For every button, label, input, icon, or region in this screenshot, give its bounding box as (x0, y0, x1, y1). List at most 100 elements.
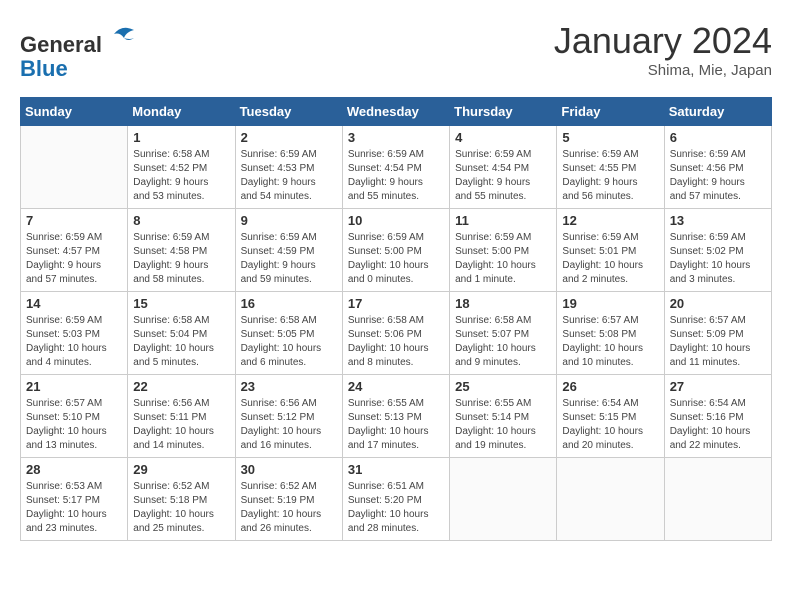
day-info: Sunrise: 6:58 AM Sunset: 5:07 PM Dayligh… (455, 314, 551, 370)
calendar-table: SundayMondayTuesdayWednesdayThursdayFrid… (20, 97, 772, 541)
day-info: Sunrise: 6:58 AM Sunset: 4:52 PM Dayligh… (133, 148, 229, 204)
day-info: Sunrise: 6:52 AM Sunset: 5:18 PM Dayligh… (133, 480, 229, 536)
location-subtitle: Shima, Mie, Japan (554, 62, 772, 79)
column-header-sunday: Sunday (21, 98, 128, 126)
logo: General Blue (20, 20, 138, 81)
day-info: Sunrise: 6:59 AM Sunset: 5:00 PM Dayligh… (348, 231, 444, 287)
day-number: 24 (348, 379, 444, 394)
calendar-cell: 3Sunrise: 6:59 AM Sunset: 4:54 PM Daylig… (342, 126, 449, 209)
logo-blue-text: Blue (20, 56, 68, 81)
day-info: Sunrise: 6:54 AM Sunset: 5:16 PM Dayligh… (670, 397, 766, 453)
calendar-cell: 12 Sunrise: 6:59 AM Sunset: 5:01 PM Dayli… (557, 209, 664, 292)
day-info: Sunrise: 6:52 AM Sunset: 5:19 PM Dayligh… (241, 480, 337, 536)
calendar-cell: 31 Sunrise: 6:51 AM Sunset: 5:20 PM Dayli… (342, 458, 449, 541)
day-info: Sunrise: 6:57 AM Sunset: 5:08 PM Dayligh… (562, 314, 658, 370)
calendar-cell: 16 Sunrise: 6:58 AM Sunset: 5:05 PM Dayli… (235, 292, 342, 375)
day-info: Sunrise: 6:59 AM Sunset: 4:55 PM Dayligh… (562, 148, 658, 204)
day-number: 22 (133, 379, 229, 394)
calendar-cell: 27Sunrise: 6:54 AM Sunset: 5:16 PM Dayli… (664, 375, 771, 458)
day-info: Sunrise: 6:59 AM Sunset: 4:56 PM Dayligh… (670, 148, 766, 204)
day-number: 30 (241, 462, 337, 477)
day-info: Sunrise: 6:59 AM Sunset: 4:54 PM Dayligh… (455, 148, 551, 204)
day-info: Sunrise: 6:56 AM Sunset: 5:11 PM Dayligh… (133, 397, 229, 453)
calendar-cell: 2 Sunrise: 6:59 AM Sunset: 4:53 PM Daylig… (235, 126, 342, 209)
day-number: 29 (133, 462, 229, 477)
day-number: 31 (348, 462, 444, 477)
day-number: 12 (562, 213, 658, 228)
calendar-cell: 10Sunrise: 6:59 AM Sunset: 5:00 PM Dayli… (342, 209, 449, 292)
day-number: 8 (133, 213, 229, 228)
calendar-cell (450, 458, 557, 541)
column-header-thursday: Thursday (450, 98, 557, 126)
day-info: Sunrise: 6:51 AM Sunset: 5:20 PM Dayligh… (348, 480, 444, 536)
calendar-cell: 8 Sunrise: 6:59 AM Sunset: 4:58 PM Daylig… (128, 209, 235, 292)
day-number: 28 (26, 462, 122, 477)
calendar-cell: 11Sunrise: 6:59 AM Sunset: 5:00 PM Dayli… (450, 209, 557, 292)
title-area: January 2024 Shima, Mie, Japan (554, 20, 772, 79)
day-number: 9 (241, 213, 337, 228)
calendar-cell (664, 458, 771, 541)
column-header-wednesday: Wednesday (342, 98, 449, 126)
calendar-cell: 20 Sunrise: 6:57 AM Sunset: 5:09 PM Dayli… (664, 292, 771, 375)
calendar-cell: 24 Sunrise: 6:55 AM Sunset: 5:13 PM Dayli… (342, 375, 449, 458)
calendar-cell: 5 Sunrise: 6:59 AM Sunset: 4:55 PM Daylig… (557, 126, 664, 209)
calendar-cell (21, 126, 128, 209)
day-info: Sunrise: 6:59 AM Sunset: 5:02 PM Dayligh… (670, 231, 766, 287)
logo-general-text: General (20, 32, 102, 57)
calendar-cell: 1 Sunrise: 6:58 AM Sunset: 4:52 PM Daylig… (128, 126, 235, 209)
calendar-cell: 28 Sunrise: 6:53 AM Sunset: 5:17 PM Dayli… (21, 458, 128, 541)
day-info: Sunrise: 6:59 AM Sunset: 4:58 PM Dayligh… (133, 231, 229, 287)
day-info: Sunrise: 6:57 AM Sunset: 5:09 PM Dayligh… (670, 314, 766, 370)
calendar-cell: 17 Sunrise: 6:58 AM Sunset: 5:06 PM Dayli… (342, 292, 449, 375)
calendar-cell: 23Sunrise: 6:56 AM Sunset: 5:12 PM Dayli… (235, 375, 342, 458)
day-info: Sunrise: 6:55 AM Sunset: 5:13 PM Dayligh… (348, 397, 444, 453)
calendar-cell: 21Sunrise: 6:57 AM Sunset: 5:10 PM Dayli… (21, 375, 128, 458)
day-info: Sunrise: 6:55 AM Sunset: 5:14 PM Dayligh… (455, 397, 551, 453)
calendar-cell: 18 Sunrise: 6:58 AM Sunset: 5:07 PM Dayli… (450, 292, 557, 375)
day-number: 3 (348, 130, 444, 145)
day-number: 17 (348, 296, 444, 311)
day-info: Sunrise: 6:58 AM Sunset: 5:04 PM Dayligh… (133, 314, 229, 370)
day-number: 15 (133, 296, 229, 311)
day-info: Sunrise: 6:59 AM Sunset: 4:53 PM Dayligh… (241, 148, 337, 204)
calendar-cell: 6 Sunrise: 6:59 AM Sunset: 4:56 PM Daylig… (664, 126, 771, 209)
day-number: 1 (133, 130, 229, 145)
day-info: Sunrise: 6:59 AM Sunset: 5:00 PM Dayligh… (455, 231, 551, 287)
column-header-saturday: Saturday (664, 98, 771, 126)
day-number: 14 (26, 296, 122, 311)
calendar-cell (557, 458, 664, 541)
calendar-cell: 25 Sunrise: 6:55 AM Sunset: 5:14 PM Dayli… (450, 375, 557, 458)
page-header: General Blue January 2024 Shima, Mie, Ja… (20, 20, 772, 81)
column-header-tuesday: Tuesday (235, 98, 342, 126)
calendar-cell: 29 Sunrise: 6:52 AM Sunset: 5:18 PM Dayli… (128, 458, 235, 541)
day-number: 7 (26, 213, 122, 228)
day-number: 25 (455, 379, 551, 394)
calendar-cell: 15 Sunrise: 6:58 AM Sunset: 5:04 PM Dayli… (128, 292, 235, 375)
month-title: January 2024 (554, 20, 772, 62)
day-number: 16 (241, 296, 337, 311)
column-header-monday: Monday (128, 98, 235, 126)
calendar-cell: 13 Sunrise: 6:59 AM Sunset: 5:02 PM Dayli… (664, 209, 771, 292)
day-info: Sunrise: 6:59 AM Sunset: 4:57 PM Dayligh… (26, 231, 122, 287)
day-number: 23 (241, 379, 337, 394)
day-number: 6 (670, 130, 766, 145)
day-number: 20 (670, 296, 766, 311)
day-info: Sunrise: 6:59 AM Sunset: 4:59 PM Dayligh… (241, 231, 337, 287)
day-number: 13 (670, 213, 766, 228)
calendar-cell: 9 Sunrise: 6:59 AM Sunset: 4:59 PM Daylig… (235, 209, 342, 292)
day-number: 21 (26, 379, 122, 394)
column-header-friday: Friday (557, 98, 664, 126)
day-info: Sunrise: 6:58 AM Sunset: 5:05 PM Dayligh… (241, 314, 337, 370)
day-number: 18 (455, 296, 551, 311)
day-info: Sunrise: 6:54 AM Sunset: 5:15 PM Dayligh… (562, 397, 658, 453)
day-info: Sunrise: 6:59 AM Sunset: 5:01 PM Dayligh… (562, 231, 658, 287)
day-info: Sunrise: 6:53 AM Sunset: 5:17 PM Dayligh… (26, 480, 122, 536)
day-number: 2 (241, 130, 337, 145)
day-number: 4 (455, 130, 551, 145)
calendar-cell: 22 Sunrise: 6:56 AM Sunset: 5:11 PM Dayli… (128, 375, 235, 458)
day-info: Sunrise: 6:58 AM Sunset: 5:06 PM Dayligh… (348, 314, 444, 370)
day-number: 19 (562, 296, 658, 311)
day-number: 5 (562, 130, 658, 145)
calendar-cell: 30 Sunrise: 6:52 AM Sunset: 5:19 PM Dayli… (235, 458, 342, 541)
calendar-cell: 14Sunrise: 6:59 AM Sunset: 5:03 PM Dayli… (21, 292, 128, 375)
